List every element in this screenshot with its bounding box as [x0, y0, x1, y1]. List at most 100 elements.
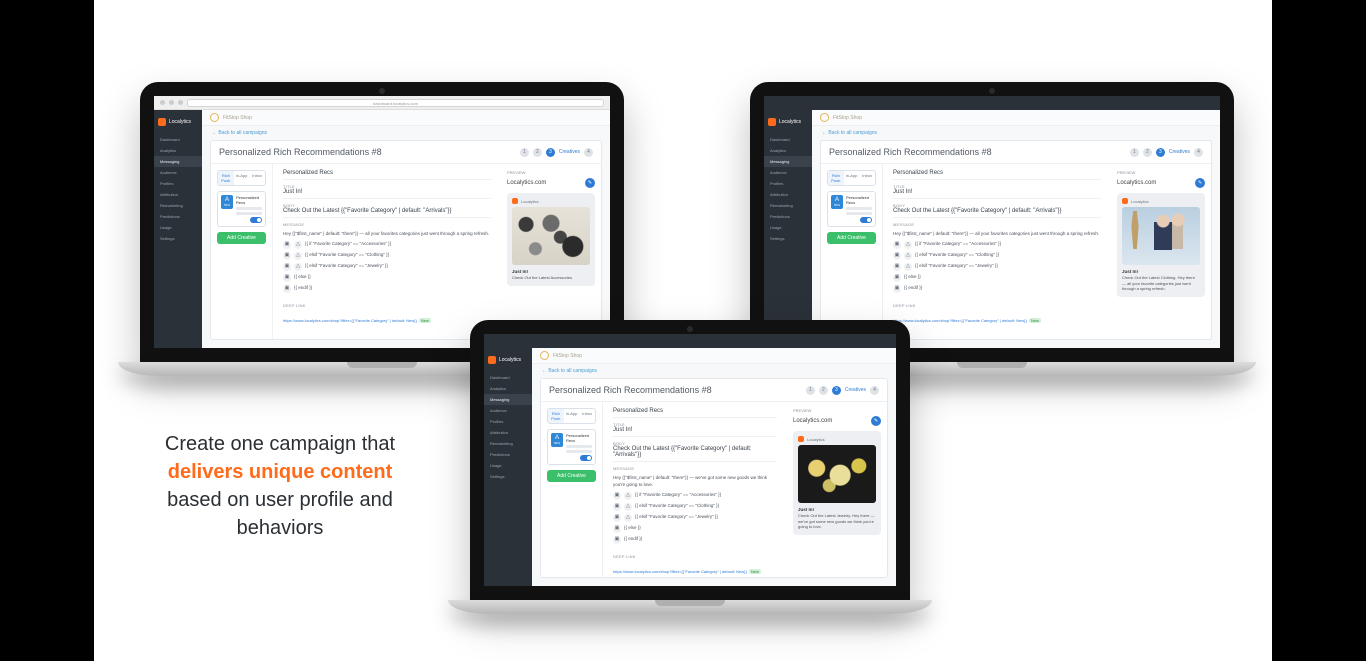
nav-item-remarketing[interactable]: Remarketing	[154, 200, 202, 211]
nav-item-settings[interactable]: Settings	[764, 233, 812, 244]
creative-toggle[interactable]	[580, 455, 592, 461]
liquid-condition[interactable]: ▣{{ else }}	[613, 525, 777, 533]
edit-preview-icon[interactable]: ✎	[585, 178, 595, 188]
step-1[interactable]: 1	[1130, 148, 1139, 157]
creative-tile[interactable]: A50%Personalized Recs	[217, 191, 266, 227]
logo[interactable]: Localytics	[488, 354, 528, 366]
nav-item-usage[interactable]: Usage	[764, 222, 812, 233]
nav-item-predictions[interactable]: Predictions	[764, 211, 812, 222]
body-value[interactable]: Check Out the Latest {{"Favorite Categor…	[613, 446, 777, 458]
nav-item-audience[interactable]: Audience	[154, 167, 202, 178]
liquid-condition[interactable]: ▣{{ else }}	[893, 274, 1101, 282]
step-4[interactable]: 4	[1194, 148, 1203, 157]
add-creative-button[interactable]: Add Creative	[547, 470, 596, 482]
tab-inbox[interactable]: Inbox	[579, 409, 595, 423]
name-value[interactable]: Personalized Recs	[893, 170, 1101, 176]
creative-toggle[interactable]	[250, 217, 262, 223]
nav-item-audience[interactable]: Audience	[764, 167, 812, 178]
liquid-condition[interactable]: ▣{{ endif }}	[283, 285, 491, 293]
liquid-condition[interactable]: ▣{{ endif }}	[613, 536, 777, 544]
step-3[interactable]: 3	[546, 148, 555, 157]
logo[interactable]: Localytics	[768, 116, 808, 128]
step-4[interactable]: 4	[584, 148, 593, 157]
nav-item-analytics[interactable]: Analytics	[764, 145, 812, 156]
liquid-condition[interactable]: ▣△{{ if "Favorite Category" == "Accessor…	[893, 241, 1101, 249]
step-2[interactable]: 2	[1143, 148, 1152, 157]
nav-item-analytics[interactable]: Analytics	[154, 145, 202, 156]
creative-tile[interactable]: A50%Personalized Recs	[827, 191, 876, 227]
tab-in-app[interactable]: In-App	[564, 409, 580, 423]
nav-item-settings[interactable]: Settings	[154, 233, 202, 244]
liquid-condition[interactable]: ▣△{{ if "Favorite Category" == "Accessor…	[283, 241, 491, 249]
step-3[interactable]: 3	[832, 386, 841, 395]
liquid-condition[interactable]: ▣△{{ elsif "Favorite Category" == "Jewel…	[893, 263, 1101, 271]
tab-rich-push[interactable]: Rich Push	[828, 171, 844, 185]
liquid-condition[interactable]: ▣△{{ elsif "Favorite Category" == "Jewel…	[613, 514, 777, 522]
tab-rich-push[interactable]: Rich Push	[548, 409, 564, 423]
workspace-header[interactable]: FitStop Shop	[202, 110, 610, 126]
nav-item-predictions[interactable]: Predictions	[484, 449, 532, 460]
title-value[interactable]: Just In!	[893, 189, 1101, 195]
add-creative-button[interactable]: Add Creative	[827, 232, 876, 244]
workspace-header[interactable]: FitStop Shop	[812, 110, 1220, 126]
nav-item-attribution[interactable]: Attribution	[154, 189, 202, 200]
nav-item-remarketing[interactable]: Remarketing	[484, 438, 532, 449]
title-value[interactable]: Just In!	[283, 189, 491, 195]
workspace-header[interactable]: FitStop Shop	[532, 348, 896, 364]
deeplink-value[interactable]: https://www.localytics.com/shop?filter={…	[893, 318, 1101, 323]
body-value[interactable]: Check Out the Latest {{"Favorite Categor…	[283, 208, 491, 214]
nav-item-usage[interactable]: Usage	[154, 222, 202, 233]
logo[interactable]: Localytics	[158, 116, 198, 128]
address-bar[interactable]: dashboard.localytics.com	[187, 99, 604, 107]
step-2[interactable]: 2	[819, 386, 828, 395]
liquid-condition[interactable]: ▣△{{ if "Favorite Category" == "Accessor…	[613, 492, 777, 500]
nav-item-profiles[interactable]: Profiles	[154, 178, 202, 189]
nav-item-dashboard[interactable]: Dashboard	[484, 372, 532, 383]
add-creative-button[interactable]: Add Creative	[217, 232, 266, 244]
step-1[interactable]: 1	[520, 148, 529, 157]
step-1[interactable]: 1	[806, 386, 815, 395]
liquid-condition[interactable]: ▣{{ endif }}	[893, 285, 1101, 293]
tab-in-app[interactable]: In-App	[844, 171, 860, 185]
nav-item-profiles[interactable]: Profiles	[484, 416, 532, 427]
nav-item-remarketing[interactable]: Remarketing	[764, 200, 812, 211]
tab-inbox[interactable]: Inbox	[249, 171, 265, 185]
nav-item-dashboard[interactable]: Dashboard	[764, 134, 812, 145]
window-min-icon[interactable]	[169, 100, 174, 105]
nav-item-messaging[interactable]: Messaging	[764, 156, 812, 167]
step-3[interactable]: 3	[1156, 148, 1165, 157]
liquid-condition[interactable]: ▣{{ else }}	[283, 274, 491, 282]
nav-item-attribution[interactable]: Attribution	[764, 189, 812, 200]
name-value[interactable]: Personalized Recs	[613, 408, 777, 414]
step-4[interactable]: 4	[870, 386, 879, 395]
creative-tile[interactable]: A50%Personalized Recs	[547, 429, 596, 465]
nav-item-messaging[interactable]: Messaging	[484, 394, 532, 405]
liquid-condition[interactable]: ▣△{{ elsif "Favorite Category" == "Cloth…	[613, 503, 777, 511]
title-value[interactable]: Just In!	[613, 427, 777, 433]
tab-in-app[interactable]: In-App	[234, 171, 250, 185]
message-editor[interactable]: Hey {{"$first_name" | default: "there"}}…	[283, 231, 491, 293]
nav-item-messaging[interactable]: Messaging	[154, 156, 202, 167]
nav-item-settings[interactable]: Settings	[484, 471, 532, 482]
window-max-icon[interactable]	[178, 100, 183, 105]
creative-toggle[interactable]	[860, 217, 872, 223]
deeplink-value[interactable]: https://www.localytics.com/shop?filter={…	[613, 569, 777, 574]
message-editor[interactable]: Hey {{"$first_name" | default: "there"}}…	[613, 475, 777, 544]
nav-item-audience[interactable]: Audience	[484, 405, 532, 416]
liquid-condition[interactable]: ▣△{{ elsif "Favorite Category" == "Cloth…	[893, 252, 1101, 260]
window-close-icon[interactable]	[160, 100, 165, 105]
edit-preview-icon[interactable]: ✎	[1195, 178, 1205, 188]
deeplink-value[interactable]: https://www.localytics.com/shop?filter={…	[283, 318, 491, 323]
liquid-condition[interactable]: ▣△{{ elsif "Favorite Category" == "Cloth…	[283, 252, 491, 260]
name-value[interactable]: Personalized Recs	[283, 170, 491, 176]
nav-item-analytics[interactable]: Analytics	[484, 383, 532, 394]
step-2[interactable]: 2	[533, 148, 542, 157]
nav-item-usage[interactable]: Usage	[484, 460, 532, 471]
breadcrumb-back[interactable]: ← Back to all campaigns	[532, 364, 896, 378]
nav-item-predictions[interactable]: Predictions	[154, 211, 202, 222]
body-value[interactable]: Check Out the Latest {{"Favorite Categor…	[893, 208, 1101, 214]
liquid-condition[interactable]: ▣△{{ elsif "Favorite Category" == "Jewel…	[283, 263, 491, 271]
breadcrumb-back[interactable]: ← Back to all campaigns	[812, 126, 1220, 140]
tab-rich-push[interactable]: Rich Push	[218, 171, 234, 185]
nav-item-profiles[interactable]: Profiles	[764, 178, 812, 189]
